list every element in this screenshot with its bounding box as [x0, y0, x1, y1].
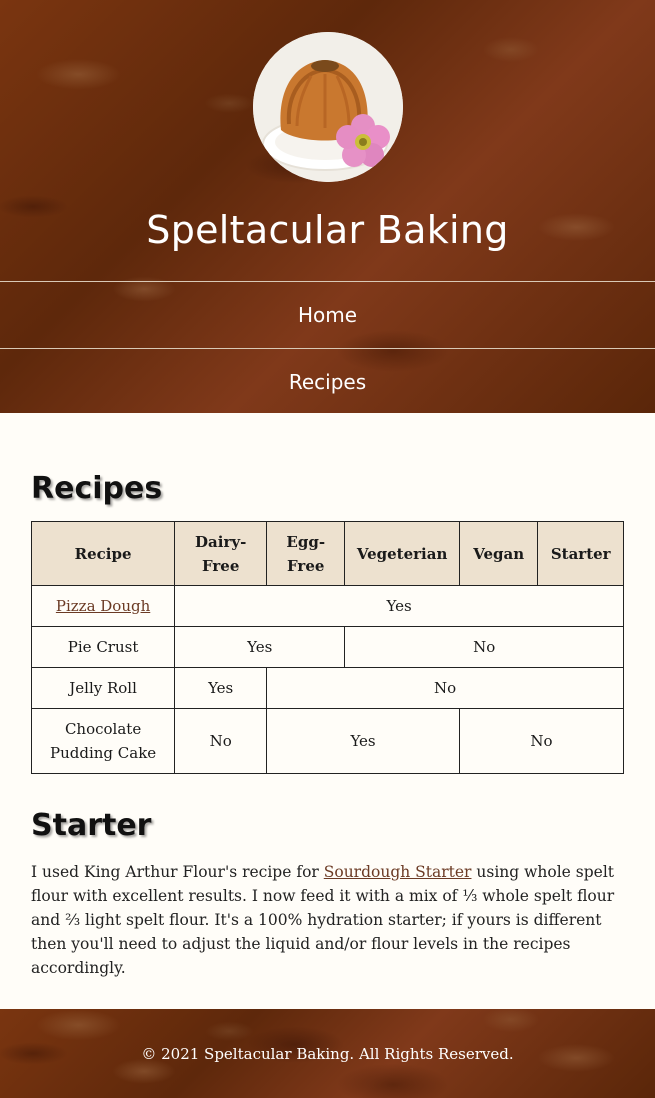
table-cell: Yes	[174, 585, 624, 627]
column-header-egg-free: Egg-Free	[266, 521, 346, 586]
table-row: Pizza Dough Yes	[30, 585, 624, 627]
recipes-table: Recipe Dairy-Free Egg-Free Vegeterian Ve…	[30, 521, 625, 774]
starter-paragraph: I used King Arthur Flour's recipe for So…	[31, 860, 624, 980]
table-cell: Yes	[174, 667, 268, 709]
site-header: Speltacular Baking Home Recipes	[0, 0, 655, 413]
table-row: Jelly Roll Yes No	[30, 667, 624, 709]
recipe-cell: Pizza Dough	[30, 585, 176, 627]
table-row: Chocolate Pudding Cake No Yes No	[30, 708, 625, 774]
column-header-vegan: Vegan	[458, 521, 539, 586]
column-header-vegetarian: Vegeterian	[344, 521, 460, 586]
table-row: Pie Crust Yes No	[30, 626, 624, 668]
copyright-text: © 2021 Speltacular Baking. All Rights Re…	[141, 1044, 514, 1063]
starter-heading: Starter	[31, 808, 152, 843]
site-logo[interactable]	[253, 32, 403, 182]
sourdough-starter-link[interactable]: Sourdough Starter	[324, 863, 472, 881]
main-content: Recipes Recipe Dairy-Free Egg-Free Veget…	[0, 413, 655, 980]
column-header-starter: Starter	[537, 521, 624, 586]
table-cell: No	[344, 626, 624, 668]
site-title[interactable]: Speltacular Baking	[0, 208, 655, 252]
table-cell: No	[174, 708, 268, 774]
nav-item-home[interactable]: Home	[0, 281, 655, 348]
starter-text-before: I used King Arthur Flour's recipe for	[31, 863, 324, 881]
table-cell: Yes	[266, 708, 460, 774]
column-header-dairy-free: Dairy-Free	[174, 521, 268, 586]
recipes-heading: Recipes	[31, 471, 163, 506]
nav-item-recipes[interactable]: Recipes	[0, 348, 655, 415]
recipe-cell: Pie Crust	[30, 626, 176, 668]
site-footer: © 2021 Speltacular Baking. All Rights Re…	[0, 1009, 655, 1098]
bundt-cake-with-flower-logo	[253, 32, 403, 182]
table-cell: No	[266, 667, 624, 709]
recipe-cell: Chocolate Pudding Cake	[30, 708, 176, 774]
pizza-dough-link[interactable]: Pizza Dough	[56, 597, 150, 615]
main-nav: Home Recipes	[0, 281, 655, 415]
table-cell: No	[458, 708, 625, 774]
recipe-cell: Jelly Roll	[30, 667, 176, 709]
column-header-recipe: Recipe	[30, 521, 176, 586]
table-cell: Yes	[174, 626, 346, 668]
table-header-row: Recipe Dairy-Free Egg-Free Vegeterian Ve…	[30, 521, 624, 586]
